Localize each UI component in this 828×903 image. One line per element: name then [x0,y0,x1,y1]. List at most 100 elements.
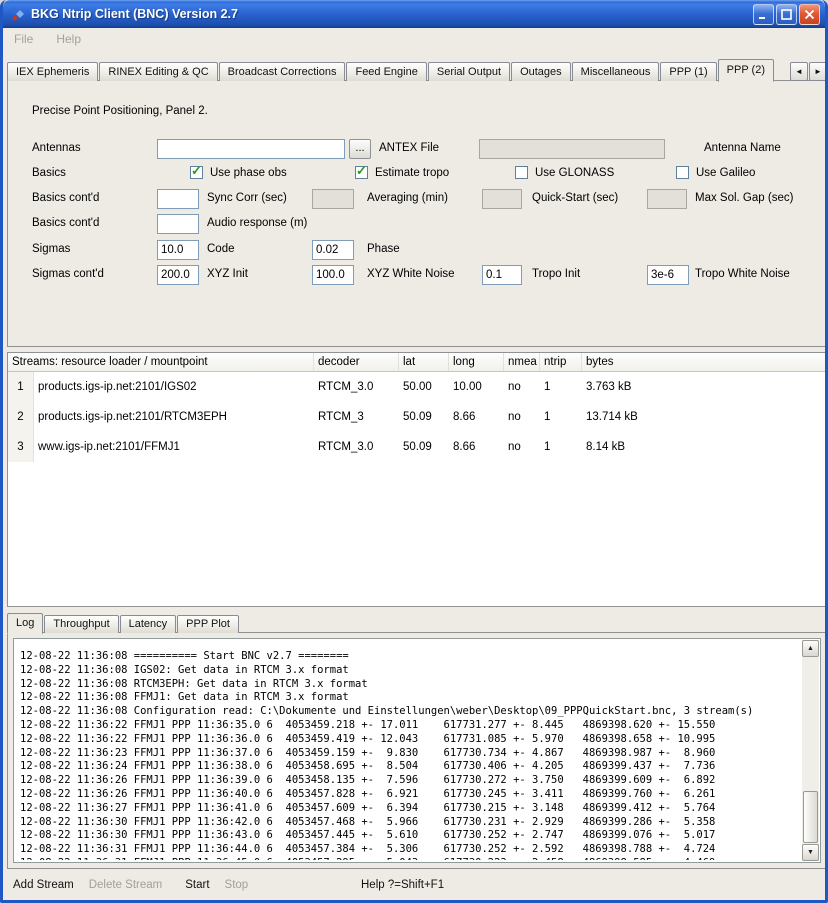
tropo-init-label: Tropo Init [532,268,580,280]
tab-log[interactable]: Log [7,613,43,634]
sigma-phase-input[interactable] [312,240,354,260]
stream-cell-long[interactable]: 8.66 [449,441,504,453]
tropo-init-input[interactable] [482,265,522,285]
streams-header-bytes: bytes [582,353,826,371]
stream-cell-mountpoint[interactable]: products.igs-ip.net:2101/IGS02 [34,381,314,393]
xyz-init-label: XYZ Init [207,268,248,280]
stream-cell-decoder[interactable]: RTCM_3.0 [314,381,399,393]
panel-caption: Precise Point Positioning, Panel 2. [32,105,208,117]
streams-header-nmea: nmea [504,353,540,371]
stream-cell-mountpoint[interactable]: products.igs-ip.net:2101/RTCM3EPH [34,411,314,423]
title-bar[interactable]: BKG Ntrip Client (BNC) Version 2.7 [3,0,825,28]
maximize-button[interactable] [776,4,797,25]
stream-cell-nmea[interactable]: no [504,411,540,423]
stream-cell-long[interactable]: 10.00 [449,381,504,393]
streams-header-ntrip: ntrip [540,353,582,371]
row-number[interactable]: 2 [8,402,34,432]
tropo-white-noise-input[interactable] [647,265,689,285]
scroll-up-button[interactable]: ▲ [802,640,819,657]
tab-scroll-left-button[interactable]: ◄ [790,62,808,81]
tab-ppp-2[interactable]: PPP (2) [718,59,774,82]
stream-cell-nmea[interactable]: no [504,441,540,453]
scroll-thumb[interactable] [803,791,818,843]
stream-cell-lat[interactable]: 50.09 [399,411,449,423]
stream-cell-decoder[interactable]: RTCM_3 [314,411,399,423]
tab-outages[interactable]: Outages [511,62,571,81]
log-line: 12-08-22 11:36:08 Configuration read: C:… [20,705,800,719]
stream-cell-ntrip[interactable]: 1 [540,411,582,423]
tab-bar: IEX Ephemeris RINEX Editing & QC Broadca… [7,58,827,81]
scroll-up-icon: ▲ [807,645,814,652]
averaging-label: Averaging (min) [367,192,448,204]
use-galileo-checkbox[interactable] [676,166,689,179]
tab-latency[interactable]: Latency [120,615,177,633]
tab-broadcast-corrections[interactable]: Broadcast Corrections [219,62,346,81]
log-panel: 12-08-22 11:36:08 ========== Start BNC v… [7,633,827,869]
xyz-white-noise-input[interactable] [312,265,354,285]
stream-cell-mountpoint[interactable]: www.igs-ip.net:2101/FFMJ1 [34,441,314,453]
antex-browse-button[interactable]: ... [349,139,371,159]
add-stream-button[interactable]: Add Stream [13,879,74,891]
stream-cell-bytes[interactable]: 13.714 kB [582,411,826,423]
row-number[interactable]: 1 [8,372,34,402]
stream-cell-lat[interactable]: 50.09 [399,441,449,453]
table-row: 3 www.igs-ip.net:2101/FFMJ1 RTCM_3.0 50.… [8,432,826,462]
tab-ppp-1[interactable]: PPP (1) [660,62,716,81]
stream-cell-lat[interactable]: 50.00 [399,381,449,393]
use-phase-obs-checkbox[interactable]: ✓ [190,166,203,179]
stream-cell-long[interactable]: 8.66 [449,411,504,423]
menu-bar: File Help [3,28,825,50]
antennas-input[interactable] [157,139,345,159]
row-number[interactable]: 3 [8,432,34,462]
antex-file-input [479,139,665,159]
stream-cell-decoder[interactable]: RTCM_3.0 [314,441,399,453]
log-line: 12-08-22 11:36:23 FFMJ1 PPP 11:36:37.0 6… [20,747,800,761]
tab-ppp-plot[interactable]: PPP Plot [177,615,239,633]
estimate-tropo-checkbox[interactable]: ✓ [355,166,368,179]
log-scrollbar[interactable]: ▲ ▼ [802,640,819,861]
scroll-down-button[interactable]: ▼ [802,844,819,861]
stop-button: Stop [225,879,249,891]
sigmas2-label: Sigmas cont'd [32,268,104,280]
sigma-code-input[interactable] [157,240,199,260]
tropo-white-noise-label: Tropo White Noise [695,268,790,280]
log-line: 12-08-22 11:36:26 FFMJ1 PPP 11:36:39.0 6… [20,774,800,788]
tab-scroll-right-button[interactable]: ► [809,62,827,81]
tab-serial-output[interactable]: Serial Output [428,62,510,81]
tab-throughput[interactable]: Throughput [44,615,118,633]
tab-scroll-left-icon: ◄ [795,67,803,76]
bottom-tab-bar: Log Throughput Latency PPP Plot [7,612,827,633]
tab-feed-engine[interactable]: Feed Engine [346,62,426,81]
stream-cell-nmea[interactable]: no [504,381,540,393]
log-line: 12-08-22 11:36:26 FFMJ1 PPP 11:36:40.0 6… [20,788,800,802]
start-button[interactable]: Start [185,879,209,891]
log-line: 12-08-22 11:36:08 FFMJ1: Get data in RTC… [20,691,800,705]
tab-rinex-editing-qc[interactable]: RINEX Editing & QC [99,62,217,81]
menu-file[interactable]: File [12,30,35,48]
log-output[interactable]: 12-08-22 11:36:08 ========== Start BNC v… [13,638,821,863]
stream-cell-ntrip[interactable]: 1 [540,441,582,453]
use-galileo-label: Use Galileo [696,167,755,179]
sigmas-label: Sigmas [32,243,70,255]
menu-help[interactable]: Help [54,30,83,48]
stream-cell-bytes[interactable]: 8.14 kB [582,441,826,453]
tab-miscellaneous[interactable]: Miscellaneous [572,62,660,81]
close-button[interactable] [799,4,820,25]
tab-rinex-ephemeris[interactable]: IEX Ephemeris [7,62,98,81]
app-window: BKG Ntrip Client (BNC) Version 2.7 File … [0,0,828,903]
sync-corr-input[interactable] [157,189,199,209]
xyz-init-input[interactable] [157,265,199,285]
antenna-name-label: Antenna Name [704,142,781,154]
stream-cell-ntrip[interactable]: 1 [540,381,582,393]
minimize-button[interactable] [753,4,774,25]
averaging-input [312,189,354,209]
use-glonass-checkbox[interactable] [515,166,528,179]
stream-cell-bytes[interactable]: 3.763 kB [582,381,826,393]
audio-response-input[interactable] [157,214,199,234]
max-sol-gap-label: Max Sol. Gap (sec) [695,192,793,204]
check-icon: ✓ [191,164,202,178]
antex-file-label: ANTEX File [379,142,439,154]
antennas-label: Antennas [32,142,81,154]
log-line: 12-08-22 11:36:31 FFMJ1 PPP 11:36:45.0 6… [20,857,800,860]
app-icon [9,6,26,23]
